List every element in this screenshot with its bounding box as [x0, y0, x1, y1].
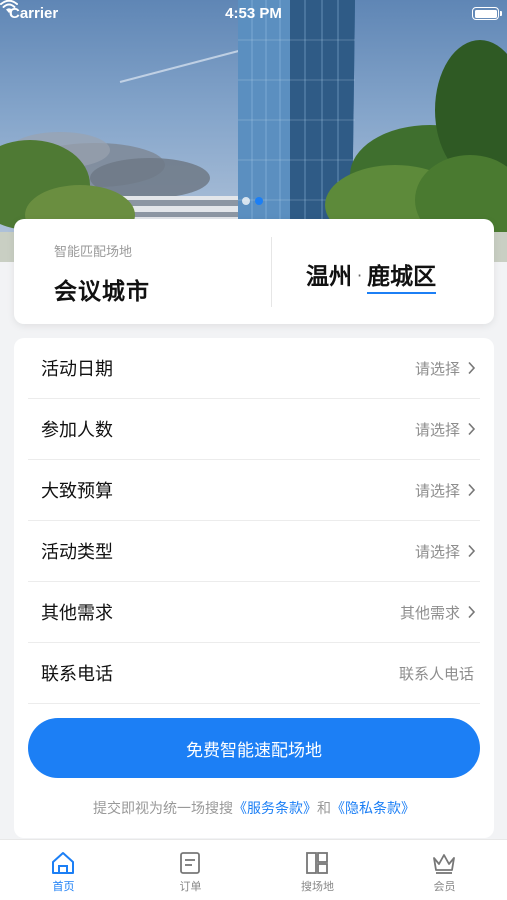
city-selector[interactable]: 温州 · 鹿城区 [306, 257, 437, 294]
form-row-attendees[interactable]: 参加人数 请选择 [28, 399, 480, 460]
order-icon [180, 852, 200, 874]
form-row-event-type[interactable]: 活动类型 请选择 [28, 521, 480, 582]
venue-type[interactable]: 会议城市 [54, 272, 150, 306]
city-separator: · [357, 266, 363, 285]
row-label: 参加人数 [41, 420, 113, 441]
terms-notice: 提交即视为统一场搜搜《服务条款》和《隐私条款》 [14, 798, 494, 818]
tab-search-venue[interactable]: 搜场地 [254, 840, 381, 900]
layout-icon [306, 852, 328, 874]
chevron-right-icon [468, 422, 476, 436]
tab-label: 订单 [179, 880, 202, 893]
divider [271, 237, 272, 307]
row-value: 请选择 [414, 421, 460, 439]
form-row-other-needs[interactable]: 其他需求 其他需求 [28, 582, 480, 643]
carousel-dot-active[interactable] [255, 197, 263, 205]
home-icon [52, 852, 74, 874]
tab-label: 会员 [433, 880, 456, 893]
row-label: 活动日期 [41, 359, 113, 380]
row-label: 其他需求 [41, 603, 113, 624]
chevron-right-icon [468, 361, 476, 375]
tab-home[interactable]: 首页 [0, 840, 127, 900]
venue-subtitle: 智能匹配场地 [54, 245, 133, 260]
row-value: 请选择 [414, 543, 460, 561]
tab-orders[interactable]: 订单 [127, 840, 254, 900]
venue-card: 智能匹配场地 会议城市 温州 · 鹿城区 [14, 219, 494, 324]
battery-icon [472, 7, 502, 20]
tab-label: 首页 [52, 880, 75, 893]
carousel-indicator[interactable] [242, 197, 263, 205]
district-name[interactable]: 鹿城区 [367, 264, 437, 294]
privacy-terms-link[interactable]: 《隐私条款》 [331, 801, 415, 817]
row-label: 大致预算 [41, 481, 113, 502]
chevron-right-icon [468, 483, 476, 497]
crown-icon [433, 854, 455, 874]
form-row-date[interactable]: 活动日期 请选择 [28, 338, 480, 399]
requirements-form: 活动日期 请选择 参加人数 请选择 大致预算 请选择 活动类型 请选择 其他需求… [14, 338, 494, 838]
row-label: 活动类型 [41, 542, 113, 563]
chevron-right-icon [468, 605, 476, 619]
submit-button[interactable]: 免费智能速配场地 [28, 718, 480, 778]
tab-membership[interactable]: 会员 [381, 840, 507, 900]
form-row-phone[interactable]: 联系电话 联系人电话 [28, 643, 480, 704]
service-terms-link[interactable]: 《服务条款》 [233, 801, 317, 817]
status-bar: Carrier 4:53 PM [0, 0, 507, 28]
carousel-dot[interactable] [242, 197, 250, 205]
row-label: 联系电话 [41, 664, 113, 685]
status-time: 4:53 PM [225, 5, 282, 22]
terms-prefix: 提交即视为统一场搜搜 [93, 801, 233, 817]
tab-label: 搜场地 [301, 880, 334, 893]
row-value: 请选择 [414, 482, 460, 500]
chevron-right-icon [468, 544, 476, 558]
phone-input[interactable]: 联系人电话 [399, 663, 474, 684]
row-value: 其他需求 [399, 604, 460, 622]
row-value: 请选择 [414, 360, 460, 378]
form-row-budget[interactable]: 大致预算 请选择 [28, 460, 480, 521]
tab-bar: 首页 订单 搜场地 会员 [0, 839, 507, 900]
city-name[interactable]: 温州 [306, 264, 352, 290]
terms-and: 和 [317, 801, 331, 817]
